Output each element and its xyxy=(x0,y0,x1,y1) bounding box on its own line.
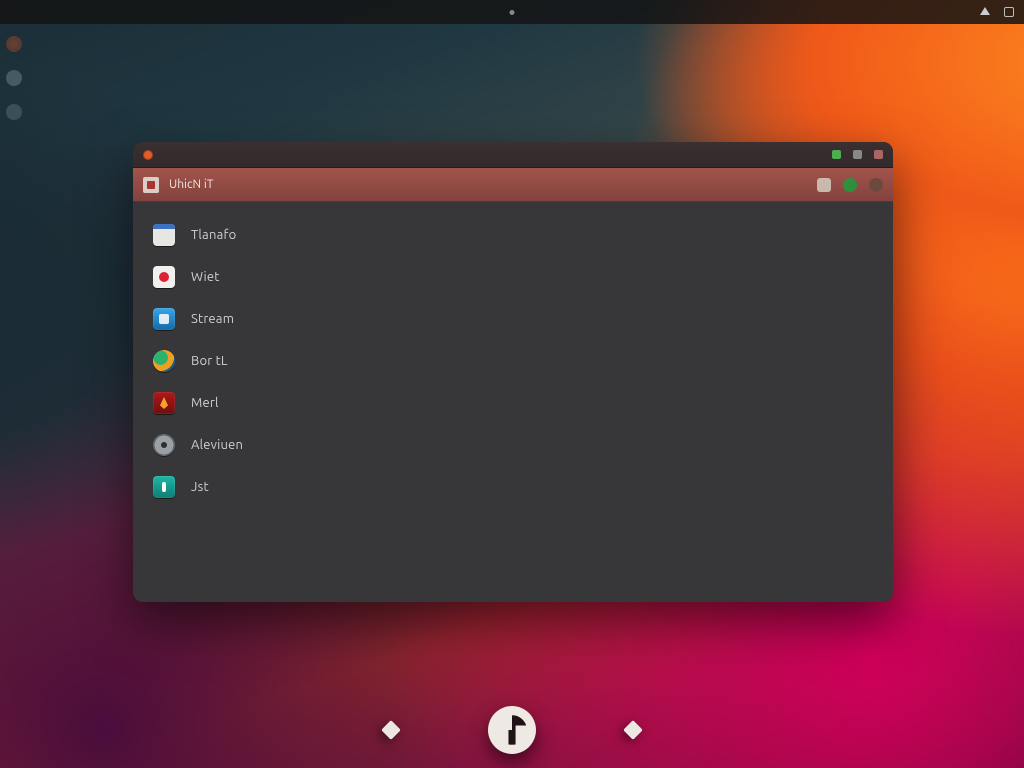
cube-icon xyxy=(153,308,175,330)
launcher-icon[interactable] xyxy=(6,36,22,52)
bottom-dock xyxy=(384,706,640,754)
camera-icon xyxy=(153,266,175,288)
app-item-label: Tlanafo xyxy=(191,228,236,242)
bookmark-icon[interactable] xyxy=(817,178,831,192)
camera-indicator-icon xyxy=(510,10,515,15)
calendar-icon xyxy=(153,224,175,246)
application-launcher-window: UhicN iT Tlanafo Wiet S xyxy=(133,142,893,602)
window-title: UhicN iT xyxy=(169,178,213,191)
os-logo-icon[interactable] xyxy=(488,706,536,754)
gear-icon xyxy=(153,434,175,456)
list-item[interactable]: Tlanafo xyxy=(133,216,893,254)
app-item-label: Aleviuen xyxy=(191,438,243,452)
menu-icon[interactable] xyxy=(853,150,862,159)
topbar-center xyxy=(510,10,515,15)
window-body: Tlanafo Wiet Stream Bor tL Merl xyxy=(133,202,893,602)
status-indicator-icon[interactable] xyxy=(832,150,841,159)
flame-icon xyxy=(153,392,175,414)
application-list: Tlanafo Wiet Stream Bor tL Merl xyxy=(133,216,893,506)
app-item-label: Bor tL xyxy=(191,354,228,368)
status-indicator-icon[interactable] xyxy=(843,178,857,192)
settings-icon[interactable] xyxy=(874,150,883,159)
list-item[interactable]: Bor tL xyxy=(133,342,893,380)
diamond-indicator-icon[interactable] xyxy=(623,720,643,740)
app-badge-icon xyxy=(143,177,159,193)
app-item-label: Merl xyxy=(191,396,219,410)
refresh-icon[interactable] xyxy=(869,178,883,192)
close-icon[interactable] xyxy=(143,150,153,160)
network-icon[interactable] xyxy=(1004,7,1014,17)
app-item-label: Jst xyxy=(191,480,209,494)
window-titlebar[interactable] xyxy=(133,142,893,168)
launcher-icon[interactable] xyxy=(6,70,22,86)
desktop: UhicN iT Tlanafo Wiet S xyxy=(0,0,1024,768)
list-item[interactable]: Wiet xyxy=(133,258,893,296)
list-item[interactable]: Stream xyxy=(133,300,893,338)
list-item[interactable]: Aleviuen xyxy=(133,426,893,464)
list-item[interactable]: Merl xyxy=(133,384,893,422)
swirl-icon xyxy=(153,350,175,372)
app-item-label: Wiet xyxy=(191,270,220,284)
window-header: UhicN iT xyxy=(133,168,893,202)
list-item[interactable]: Jst xyxy=(133,468,893,506)
diamond-indicator-icon[interactable] xyxy=(381,720,401,740)
sound-icon[interactable] xyxy=(980,7,990,15)
system-top-bar xyxy=(0,0,1024,24)
app-item-label: Stream xyxy=(191,312,234,326)
topbar-right-tray[interactable] xyxy=(980,7,1014,17)
desktop-left-icons xyxy=(6,36,22,120)
launcher-icon[interactable] xyxy=(6,104,22,120)
teal-icon xyxy=(153,476,175,498)
